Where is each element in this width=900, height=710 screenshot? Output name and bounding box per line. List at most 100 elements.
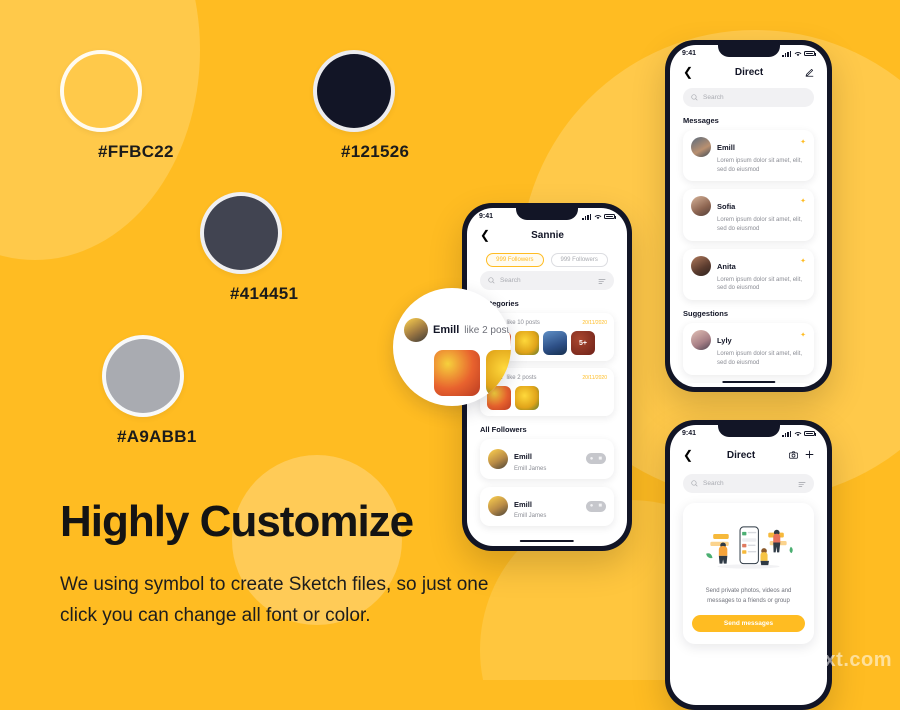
- follower-actions: ● ■: [585, 453, 606, 465]
- list-item[interactable]: Emill Lorem ipsum dolor sit amet, elit, …: [683, 130, 814, 182]
- camera-icon[interactable]: [789, 446, 798, 464]
- star-icon[interactable]: ✦: [800, 138, 806, 146]
- empty-state-text: Send private photos, videos and messages…: [705, 588, 792, 604]
- search-input[interactable]: Search: [683, 88, 814, 107]
- color-swatch-a9abb1: #A9ABB1: [102, 335, 197, 447]
- post-author: Emill: [433, 324, 460, 336]
- post-action: like 2 posts: [506, 374, 537, 381]
- message-icon[interactable]: ■: [598, 503, 602, 509]
- more-count-label: 5+: [571, 331, 595, 355]
- status-icons: [782, 50, 816, 57]
- wifi-icon: [594, 214, 601, 219]
- thumbnail-more[interactable]: 5+: [571, 331, 595, 355]
- notch: [516, 208, 578, 220]
- wifi-icon: [794, 51, 801, 56]
- star-icon[interactable]: ✦: [800, 331, 806, 339]
- avatar: [691, 255, 711, 276]
- follower-actions: ● ■: [585, 500, 606, 512]
- search-placeholder: Search: [703, 480, 724, 487]
- list-item-name: Anita: [717, 261, 736, 271]
- signal-icon: [782, 50, 791, 57]
- star-icon[interactable]: ✦: [800, 197, 806, 205]
- follower-row[interactable]: Emill Emill James ● ■: [480, 486, 614, 526]
- star-icon[interactable]: ✦: [800, 257, 806, 265]
- magnified-post-header: Emill like 2 posts: [404, 318, 511, 342]
- message-icon[interactable]: ■: [598, 456, 602, 462]
- nav-actions: [789, 446, 814, 464]
- thumbnail[interactable]: [486, 350, 511, 396]
- notch: [717, 45, 780, 57]
- signal-icon: [782, 430, 791, 437]
- color-swatch-ffbc22: #FFBC22: [60, 50, 174, 162]
- swatch-hex-label: #121526: [341, 142, 410, 161]
- magnified-post: Emill like 2 posts: [404, 318, 511, 396]
- battery-icon: [804, 430, 816, 437]
- follower-row[interactable]: Emill Emill James ● ■: [480, 439, 614, 479]
- section-title-suggestions: Suggestions: [683, 309, 729, 319]
- search-icon: [691, 94, 698, 101]
- list-item-name: Lyly: [717, 336, 732, 346]
- avatar: [691, 137, 711, 157]
- color-swatch-121526: #121526: [313, 50, 409, 162]
- plus-icon[interactable]: [805, 446, 814, 464]
- empty-state-card: Send private photos, videos and messages…: [683, 503, 814, 645]
- swatch-circle: [313, 50, 395, 132]
- chip-followers[interactable]: 999 Followers: [550, 253, 608, 267]
- compose-icon[interactable]: [805, 68, 814, 77]
- notch: [717, 425, 780, 437]
- follower-name: Emill: [514, 499, 532, 509]
- search-icon: [488, 277, 495, 284]
- swatch-hex-label: #414451: [230, 284, 299, 303]
- nav-title: Direct: [726, 449, 756, 461]
- swatch-circle: [200, 192, 282, 274]
- thumbnail[interactable]: [515, 386, 539, 410]
- status-icons: [782, 430, 816, 437]
- list-item-preview: Lorem ipsum dolor sit amet, elit, sed do…: [717, 158, 803, 173]
- list-item[interactable]: Lyly Lorem ipsum dolor sit amet, elit, s…: [683, 323, 814, 375]
- chevron-left-icon[interactable]: ❮: [683, 449, 693, 461]
- list-item-name: Sofia: [717, 202, 736, 212]
- person-icon[interactable]: ●: [590, 503, 594, 509]
- phone-screen: 9:41 ❮ Direct Search Messages Emill Lore…: [670, 45, 827, 387]
- filter-icon[interactable]: [598, 272, 606, 290]
- nav-title: Direct: [734, 66, 764, 78]
- follower-name: Emill: [514, 452, 532, 461]
- send-messages-button[interactable]: Send messages: [692, 615, 805, 633]
- follower-chips: 999 Followers 999 Followers: [467, 253, 627, 267]
- page-title: Highly Customize: [60, 497, 414, 546]
- page-subtitle: We using symbol to create Sketch files, …: [60, 574, 489, 626]
- filter-icon[interactable]: [798, 475, 806, 493]
- list-item-preview: Lorem ipsum dolor sit amet, elit, sed do…: [717, 276, 803, 292]
- follower-fullname: Emill James: [514, 513, 547, 519]
- battery-icon: [804, 50, 816, 57]
- thumbnail[interactable]: [543, 331, 567, 355]
- status-time: 9:41: [682, 430, 697, 437]
- list-item-name: Emill: [717, 143, 735, 152]
- search-placeholder: Search: [500, 277, 521, 284]
- list-item[interactable]: Anita Lorem ipsum dolor sit amet, elit, …: [683, 248, 814, 301]
- search-icon: [691, 480, 698, 487]
- search-input[interactable]: Search: [480, 271, 614, 290]
- search-input[interactable]: Search: [683, 474, 814, 493]
- avatar: [691, 196, 711, 217]
- list-item[interactable]: Emill Lorem ipsum dolor sit amet, elit, …: [683, 382, 814, 387]
- chevron-left-icon[interactable]: ❮: [683, 66, 693, 78]
- home-indicator: [519, 539, 575, 542]
- chevron-left-icon[interactable]: ❮: [480, 229, 490, 241]
- thumbnail[interactable]: [515, 331, 539, 355]
- list-item[interactable]: Sofia Lorem ipsum dolor sit amet, elit, …: [683, 189, 814, 241]
- section-title-all-followers: All Followers: [480, 425, 527, 434]
- post-action: like 2 posts: [464, 324, 511, 336]
- wifi-icon: [794, 431, 801, 436]
- nav-title: Sannie: [531, 229, 564, 241]
- chip-followers-active[interactable]: 999 Followers: [486, 253, 544, 267]
- list-item-preview: Lorem ipsum dolor sit amet, elit, sed do…: [717, 217, 803, 233]
- post-date: 20/11/2020: [582, 319, 607, 326]
- nav-bar: ❮ Direct: [670, 439, 827, 470]
- avatar: [488, 496, 508, 517]
- thumbnail[interactable]: [434, 350, 480, 396]
- person-icon[interactable]: ●: [590, 456, 594, 462]
- watermark: 5xt.com: [812, 649, 892, 671]
- signal-icon: [582, 213, 591, 220]
- status-time: 9:41: [479, 213, 494, 220]
